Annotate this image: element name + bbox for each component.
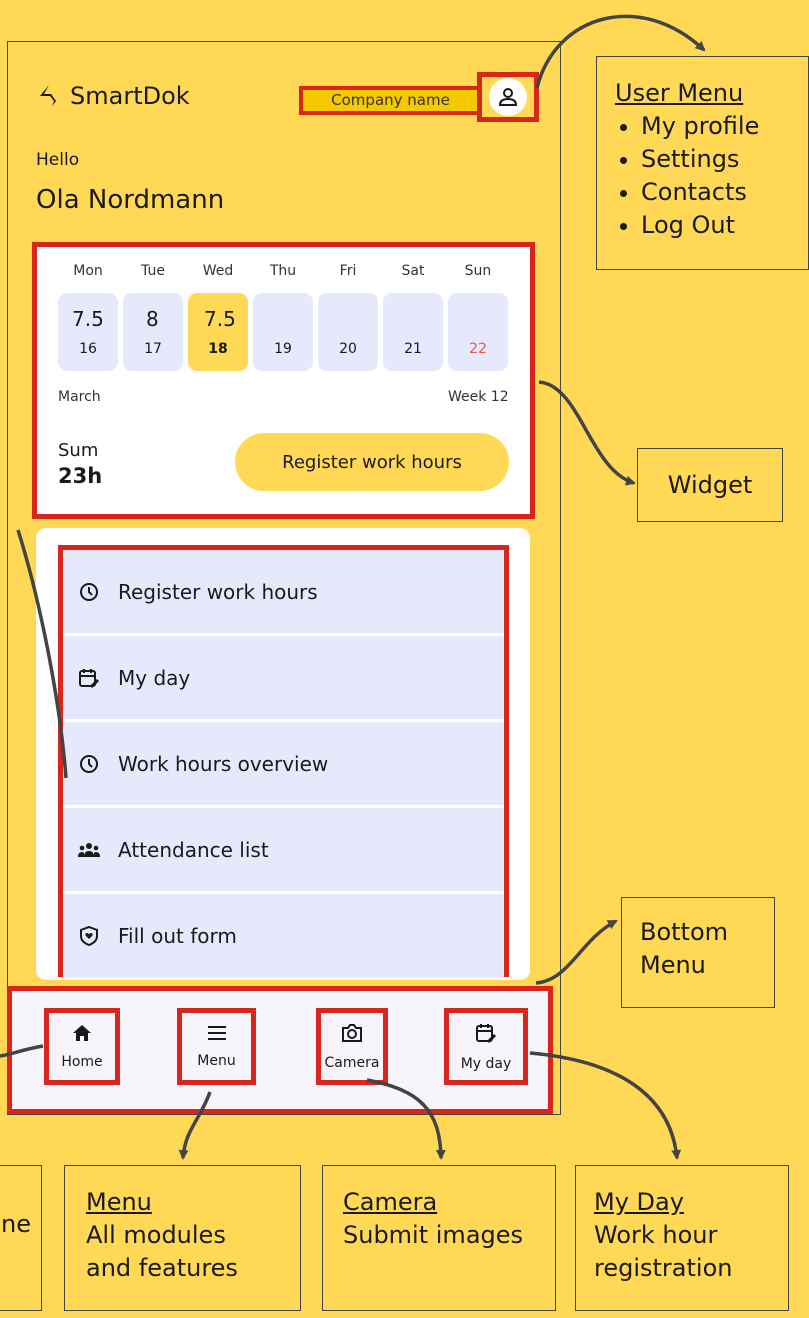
arrow-camera	[366, 1078, 446, 1160]
arrow-user-menu	[535, 14, 706, 89]
arrow-module-list	[16, 529, 68, 779]
arrow-home	[0, 1044, 44, 1058]
connector-arrows	[0, 14, 706, 1160]
arrow-widget	[538, 380, 636, 486]
arrow-my-day	[529, 1051, 682, 1160]
arrow-menu	[178, 1091, 212, 1160]
arrow-bottom-menu	[535, 919, 618, 985]
